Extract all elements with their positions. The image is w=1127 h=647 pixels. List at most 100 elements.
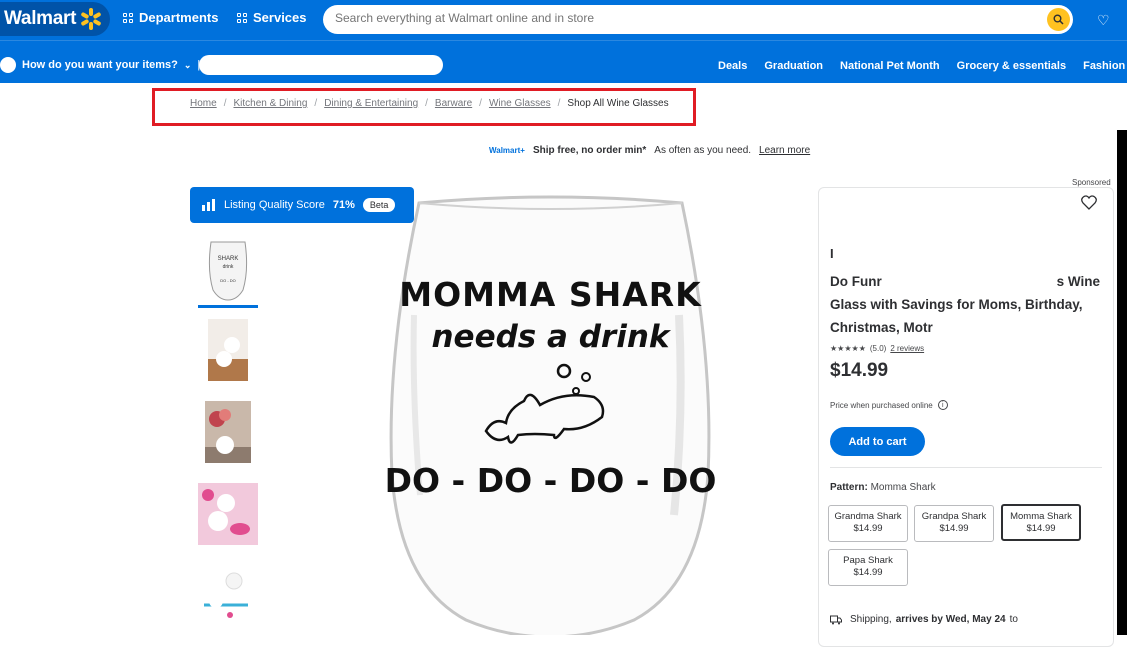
- nav-link-fashion[interactable]: Fashion: [1083, 60, 1125, 72]
- image-text-line-2: needs a drink: [431, 319, 670, 355]
- svg-text:DO - DO: DO - DO: [220, 278, 236, 283]
- delivery-label: How do you want your items?: [22, 59, 178, 71]
- breadcrumb-current: Shop All Wine Glasses: [567, 98, 669, 109]
- image-text-line-1: MOMMA SHARK: [399, 275, 702, 314]
- grid-icon: [123, 12, 133, 23]
- pattern-key: Pattern:: [830, 482, 868, 493]
- services-grid-icon: [237, 12, 247, 23]
- sponsored-label: Sponsored: [1072, 178, 1111, 187]
- variant-price: $14.99: [1026, 523, 1056, 534]
- glass-thumbnail-image: SHARK drink DO - DO: [208, 241, 248, 301]
- variant-option-selected[interactable]: Momma Shark $14.99: [1001, 504, 1081, 541]
- search-bar: [323, 5, 1073, 34]
- breadcrumb-home[interactable]: Home: [190, 98, 217, 109]
- shipping-info: Shipping, arrives by Wed, May 24 to: [830, 614, 1018, 625]
- image-text-line-3: DO - DO - DO - DO: [384, 461, 717, 500]
- breadcrumb-dining-entertaining[interactable]: Dining & Entertaining: [324, 98, 418, 109]
- logo-text: Walmart: [4, 8, 77, 29]
- walmart-plus-banner: Walmart+ Ship free, no order min* As oft…: [489, 145, 810, 156]
- nav-link-deals[interactable]: Deals: [718, 60, 747, 72]
- breadcrumb: Home / Kitchen & Dining / Dining & Enter…: [190, 98, 669, 109]
- variant-name: Momma Shark: [1010, 511, 1072, 522]
- svg-text:SHARK: SHARK: [218, 256, 239, 262]
- price: $14.99: [830, 360, 889, 381]
- thumbnail-4[interactable]: [198, 482, 258, 546]
- bar-chart-icon: [202, 199, 215, 211]
- variant-option[interactable]: Grandpa Shark $14.99: [914, 505, 994, 542]
- pattern-value: Momma Shark: [870, 482, 936, 493]
- add-to-cart-button[interactable]: Add to cart: [830, 427, 925, 456]
- delivery-icon: [0, 57, 16, 73]
- search-button[interactable]: [1047, 8, 1070, 31]
- location-field[interactable]: [199, 55, 443, 75]
- favorite-heart-icon[interactable]: [1081, 195, 1097, 215]
- thumbnail-2[interactable]: [198, 318, 258, 382]
- delivery-selector[interactable]: How do you want your items? ⌄ | ⚲: [0, 57, 214, 73]
- thumbnail-5[interactable]: [198, 564, 258, 628]
- main-product-image[interactable]: MOMMA SHARK needs a drink DO - DO - DO -…: [384, 195, 717, 635]
- lqs-label: Listing Quality Score: [224, 199, 325, 211]
- info-icon[interactable]: i: [937, 400, 948, 410]
- variant-name: Papa Shark: [843, 555, 893, 566]
- thumbnail-1[interactable]: SHARK drink DO - DO: [198, 236, 258, 308]
- variant-name: Grandpa Shark: [921, 511, 987, 522]
- breadcrumb-kitchen-dining[interactable]: Kitchen & Dining: [233, 98, 307, 109]
- breadcrumb-wine-glasses[interactable]: Wine Glasses: [489, 98, 551, 109]
- spark-icon: [80, 8, 102, 30]
- search-input[interactable]: [335, 11, 1035, 25]
- breadcrumb-barware[interactable]: Barware: [435, 98, 472, 109]
- ship-free-headline: Ship free, no order min*: [532, 145, 647, 156]
- breadcrumb-separator: /: [314, 98, 318, 109]
- variant-option[interactable]: Papa Shark $14.99: [828, 549, 908, 586]
- glass-detail-thumbnail-image: [198, 565, 258, 627]
- thumbnail-3[interactable]: [198, 400, 258, 464]
- department-links: Deals Graduation National Pet Month Groc…: [718, 60, 1127, 72]
- walmart-plus-logo: Walmart+: [489, 146, 525, 155]
- brand-link[interactable]: I: [830, 246, 834, 261]
- shipping-date: arrives by Wed, May 24: [895, 614, 1006, 625]
- chevron-down-icon: ⌄: [183, 59, 192, 70]
- breadcrumb-separator: /: [223, 98, 227, 109]
- learn-more-link[interactable]: Learn more: [759, 145, 810, 156]
- variant-price: $14.99: [853, 523, 883, 534]
- star-rating-icon: ★★★★★: [830, 344, 866, 353]
- lifestyle-thumbnail-image: [208, 319, 248, 381]
- pattern-label: Pattern: Momma Shark: [830, 482, 936, 493]
- departments-label: Departments: [139, 10, 219, 25]
- reorder-heart-icon[interactable]: ♡: [1097, 12, 1110, 29]
- product-title: Do Funr s Wine Glass with Savings for Mom…: [830, 270, 1100, 339]
- search-icon: [1053, 14, 1064, 25]
- top-nav-bar: Walmart Departments Services ♡: [0, 0, 1127, 40]
- variant-price: $14.99: [853, 567, 883, 578]
- breadcrumb-separator: /: [425, 98, 428, 109]
- walmart-logo[interactable]: Walmart: [0, 2, 110, 36]
- divider: [830, 467, 1102, 468]
- flowers-thumbnail-image: [205, 401, 251, 463]
- sub-nav-bar: How do you want your items? ⌄ | ⚲ Deals …: [0, 52, 1127, 83]
- svg-text:drink: drink: [223, 264, 234, 270]
- reviews-link[interactable]: 2 reviews: [890, 344, 924, 353]
- rating-value: (5.0): [869, 344, 887, 353]
- services-button[interactable]: Services: [237, 10, 307, 25]
- nav-link-pet-month[interactable]: National Pet Month: [840, 60, 940, 72]
- departments-button[interactable]: Departments: [123, 10, 218, 25]
- variant-price: $14.99: [939, 523, 969, 534]
- nav-link-graduation[interactable]: Graduation: [764, 60, 823, 72]
- rating-row: ★★★★★ (5.0) 2 reviews: [830, 344, 924, 353]
- title-part-2: Glass with Savings for Moms, Birthday,: [830, 297, 1083, 312]
- title-part-1: Do Funr: [830, 274, 882, 289]
- ship-free-sub: As often as you need.: [654, 145, 752, 156]
- nav-link-grocery[interactable]: Grocery & essentials: [957, 60, 1066, 72]
- variant-name: Grandma Shark: [834, 511, 902, 522]
- lqs-score: 71%: [332, 199, 355, 211]
- pink-thumbnail-image: [198, 483, 258, 545]
- breadcrumb-separator: /: [557, 98, 561, 109]
- title-part-3: Christmas, Motr: [830, 320, 933, 335]
- price-note: Price when purchased online i: [830, 400, 948, 410]
- truck-icon: [830, 615, 842, 624]
- listing-quality-score[interactable]: Listing Quality Score 71% Beta: [190, 187, 414, 223]
- shipping-to: to: [1009, 614, 1018, 625]
- variant-option[interactable]: Grandma Shark $14.99: [828, 505, 908, 542]
- shipping-label: Shipping,: [850, 614, 892, 625]
- title-part-1b: s Wine: [1056, 274, 1100, 289]
